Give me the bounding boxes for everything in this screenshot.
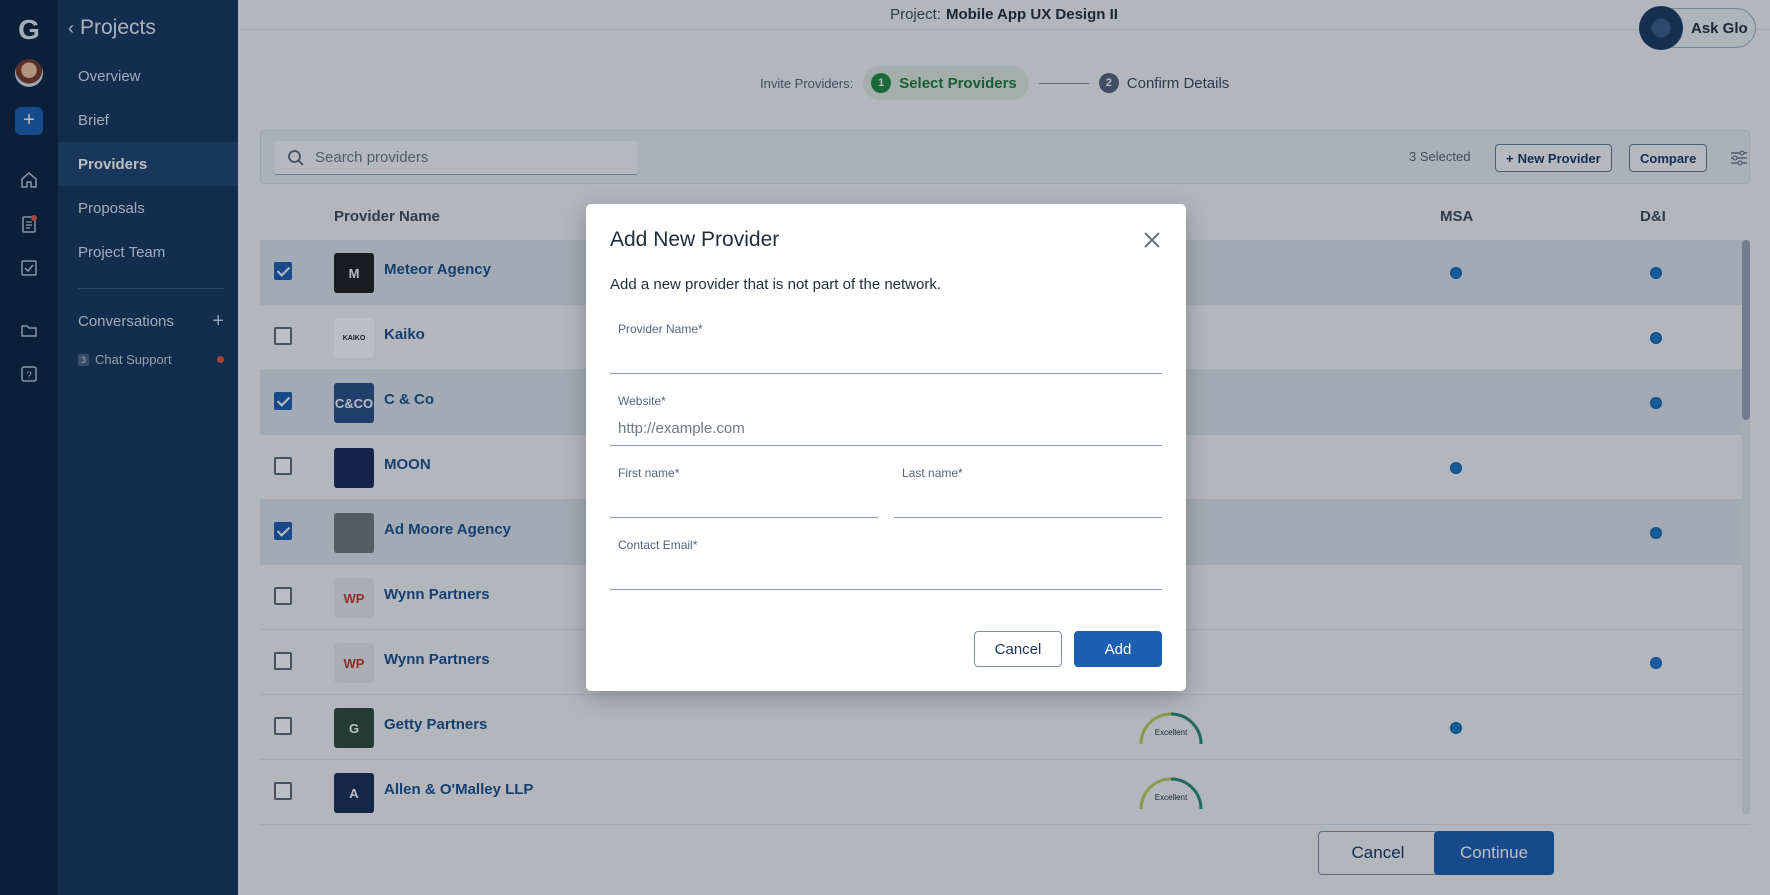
close-icon[interactable] xyxy=(1142,230,1162,250)
dialog-title: Add New Provider xyxy=(610,228,780,251)
first-name-input[interactable] xyxy=(618,488,870,512)
dialog-cancel-button[interactable]: Cancel xyxy=(974,631,1062,667)
last-name-input[interactable] xyxy=(902,488,1154,512)
last-name-field[interactable]: Last name* xyxy=(894,466,1162,518)
dialog-description: Add a new provider that is not part of t… xyxy=(610,276,942,293)
website-input[interactable] xyxy=(618,416,1154,440)
first-name-field[interactable]: First name* xyxy=(610,466,878,518)
contact-email-field[interactable]: Contact Email* xyxy=(610,538,1162,590)
website-label: Website* xyxy=(618,394,666,408)
contact-email-input[interactable] xyxy=(618,560,1154,584)
provider-name-input[interactable] xyxy=(618,344,1154,368)
website-field[interactable]: Website* xyxy=(610,394,1162,446)
dialog-add-button[interactable]: Add xyxy=(1074,631,1162,667)
first-name-label: First name* xyxy=(618,466,680,480)
provider-name-field[interactable]: Provider Name* xyxy=(610,322,1162,374)
provider-name-label: Provider Name* xyxy=(618,322,703,336)
add-provider-dialog: Add New Provider Add a new provider that… xyxy=(586,204,1186,691)
last-name-label: Last name* xyxy=(902,466,963,480)
contact-email-label: Contact Email* xyxy=(618,538,698,552)
